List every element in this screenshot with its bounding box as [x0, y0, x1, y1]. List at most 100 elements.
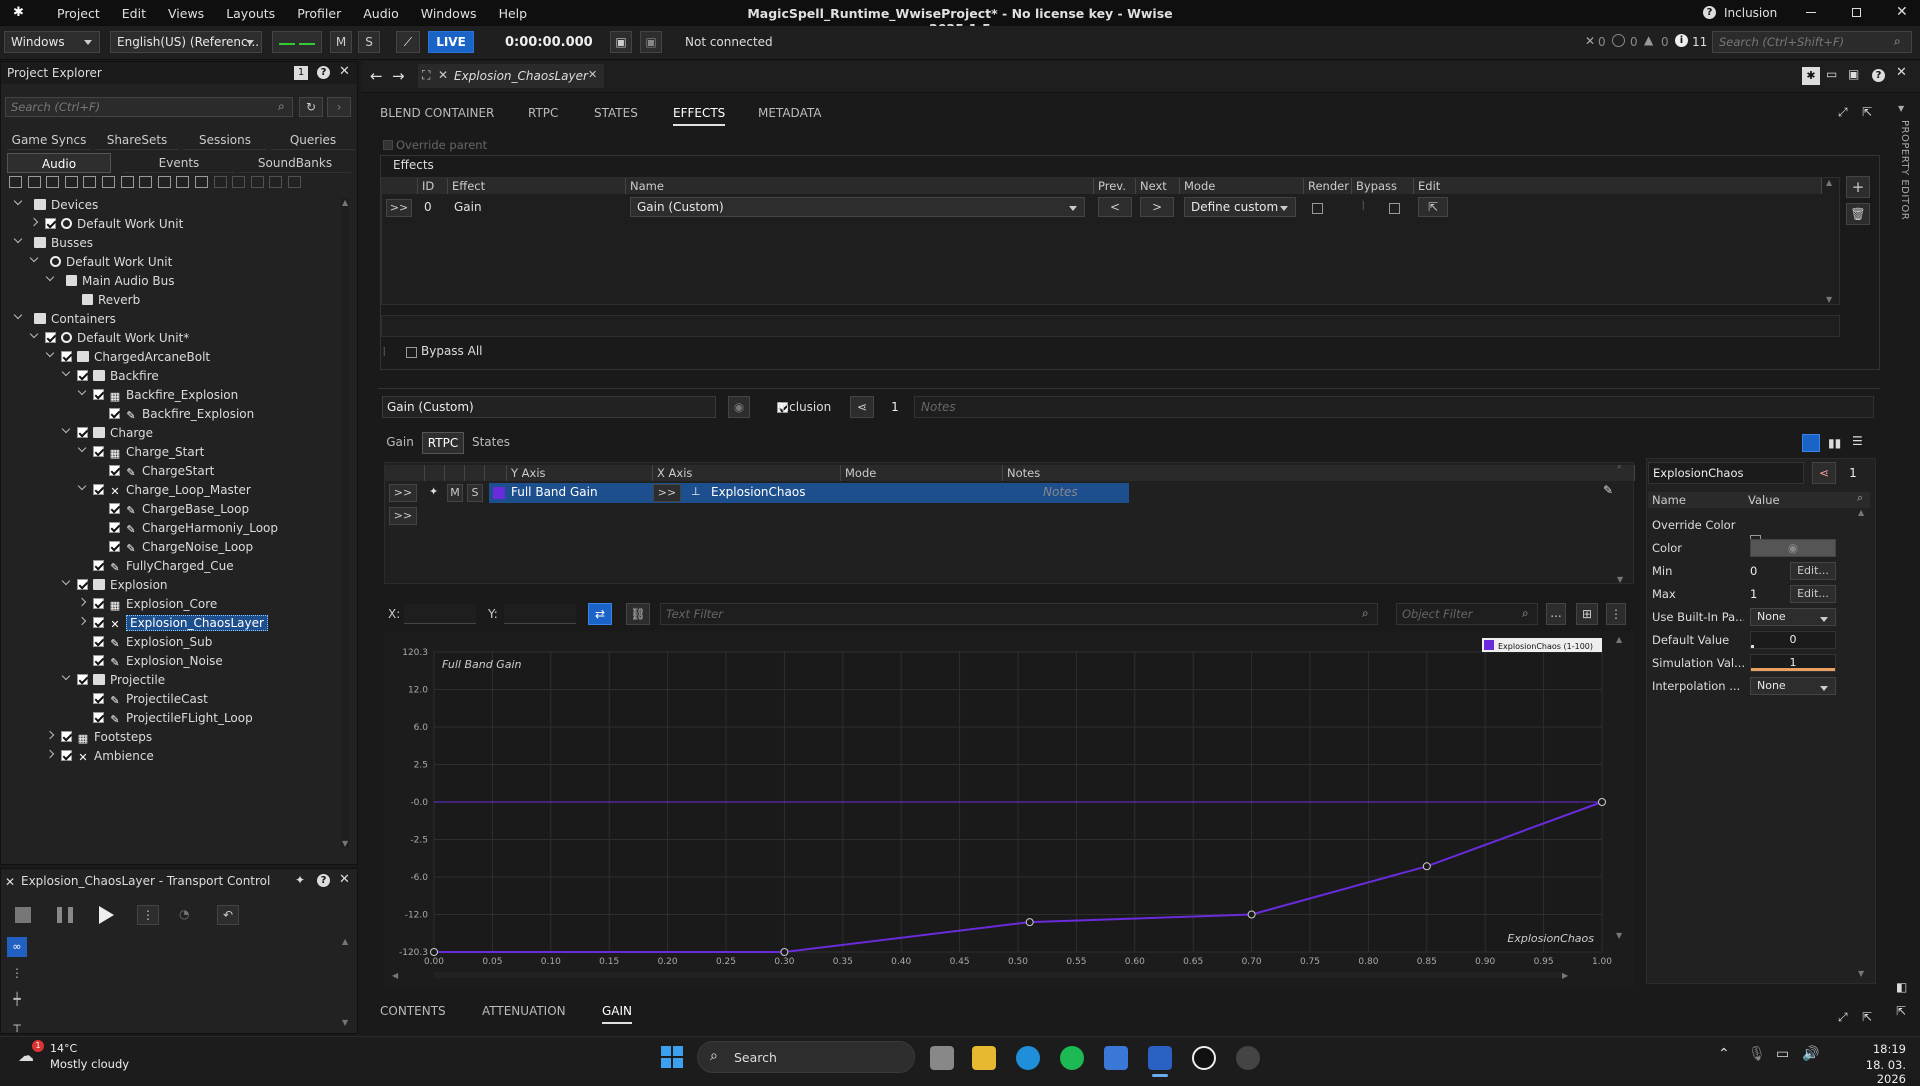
explorer-tool-icon[interactable] — [64, 176, 78, 188]
sync-button[interactable]: › — [327, 97, 351, 117]
inclusion-checkbox[interactable] — [77, 427, 88, 438]
curve-point[interactable] — [430, 948, 438, 956]
effect-notes-input[interactable]: Notes — [914, 396, 1874, 418]
task-view-icon[interactable] — [930, 1046, 954, 1070]
tree-item[interactable]: Default Work Unit — [29, 253, 172, 272]
scroll-left-icon[interactable]: ◀ — [392, 971, 399, 980]
effects-scrollbar[interactable]: ▲ ▼ — [1826, 178, 1836, 304]
tab-metadata[interactable]: METADATA — [758, 106, 821, 120]
rtpc-notes[interactable]: Notes — [1043, 485, 1078, 499]
graph-hscroll[interactable] — [434, 972, 1562, 978]
search-icon[interactable]: ⌕ — [1857, 491, 1863, 505]
disconnect-icon[interactable]: ▣ — [640, 31, 662, 53]
app-icon[interactable] — [1104, 1046, 1128, 1070]
scroll-down-icon[interactable]: ▼ — [1616, 931, 1623, 940]
tab-soundbanks[interactable]: SoundBanks — [239, 153, 351, 173]
inclusion-checkbox[interactable] — [93, 598, 104, 609]
tree-item[interactable]: ▦ Explosion_Core — [77, 595, 217, 614]
tree-item[interactable]: Projectile — [61, 671, 165, 690]
inclusion-checkbox[interactable] — [93, 560, 104, 571]
file-explorer-icon[interactable] — [972, 1046, 996, 1070]
mic-icon[interactable]: 🎙 — [1748, 1046, 1766, 1062]
chevron-right-icon[interactable] — [45, 750, 55, 760]
menu-audio[interactable]: Audio — [352, 6, 410, 21]
tree-item[interactable]: Main Audio Bus — [45, 272, 174, 291]
tree-item[interactable]: ▦ Footsteps — [45, 728, 152, 747]
tree-item[interactable]: Default Work Unit* — [29, 329, 189, 348]
tree-item[interactable]: ▦ Charge_Start — [77, 443, 204, 462]
inclusion-checkbox[interactable] — [77, 674, 88, 685]
explorer-tool-icon[interactable] — [250, 176, 264, 188]
delete-effect-button[interactable]: 🗑 — [1846, 203, 1870, 225]
inclusion-checkbox[interactable] — [45, 218, 56, 229]
subtab-states[interactable]: States — [468, 432, 514, 454]
tab-queries[interactable]: Queries — [271, 130, 355, 150]
render-checkbox[interactable] — [1312, 203, 1323, 214]
scroll-up-icon[interactable]: ▲ — [1616, 635, 1623, 644]
explorer-tool-icon[interactable] — [102, 176, 115, 188]
explorer-tool-icon[interactable] — [213, 176, 227, 188]
inclusion-checkbox[interactable] — [77, 579, 88, 590]
layout-split-icon[interactable]: ▮▮ — [1828, 436, 1841, 450]
taskbar-search[interactable]: ⌕ Search — [697, 1041, 915, 1073]
chevron-down-icon[interactable] — [13, 313, 23, 323]
explorer-tool-icon[interactable] — [27, 176, 41, 188]
add-rtpc-button[interactable]: >> — [389, 507, 417, 525]
chain-link-icon[interactable]: ⛓ — [626, 603, 650, 625]
explorer-tool-icon[interactable] — [232, 176, 246, 188]
inclusion-label[interactable]: Inclusion — [1724, 6, 1777, 20]
expand-row-button[interactable]: >> — [386, 199, 412, 217]
minimize-button[interactable] — [1806, 12, 1816, 13]
menu-views[interactable]: Views — [157, 6, 215, 21]
maximize-button[interactable] — [1852, 8, 1861, 17]
edge-icon[interactable] — [1016, 1046, 1040, 1070]
inclusion-checkbox[interactable] — [109, 408, 120, 419]
edit-effect-button[interactable]: ⇱ — [1418, 197, 1448, 217]
tree-item[interactable]: Busses — [13, 234, 93, 253]
inclusion-checkbox[interactable] — [77, 370, 88, 381]
tree-item[interactable]: ✎ ChargeBase_Loop — [93, 500, 249, 519]
menu-help[interactable]: Help — [488, 6, 539, 21]
close-icon[interactable]: ✕ — [1896, 65, 1907, 80]
inclusion-checkbox[interactable] — [93, 484, 104, 495]
reference-icon[interactable]: ⋖ — [1812, 462, 1836, 484]
inclusion-checkbox[interactable] — [93, 693, 104, 704]
warning-icon[interactable]: ▲ — [1644, 33, 1653, 47]
clock-date[interactable]: 18. 03. 2026 — [1836, 1058, 1906, 1086]
tab-effects[interactable]: EFFECTS — [673, 106, 726, 126]
property-object-name[interactable]: ExplosionChaos — [1648, 462, 1804, 484]
subtab-gain[interactable]: Gain — [382, 432, 418, 454]
explorer-tool-icon[interactable] — [195, 176, 208, 188]
info-icon[interactable]: i — [1675, 34, 1688, 47]
object-filter-input[interactable]: Object Filter — [1396, 603, 1538, 625]
clock-time[interactable]: 18:19 — [1856, 1042, 1906, 1056]
color-icon[interactable]: ◉ — [728, 396, 750, 418]
subtab-rtpc[interactable]: RTPC — [422, 432, 464, 454]
explorer-tool-icon[interactable] — [9, 176, 22, 188]
solo-button[interactable]: S — [467, 484, 483, 502]
next-effect-button[interactable]: > — [1140, 197, 1174, 217]
tab-blend-container[interactable]: BLEND CONTAINER — [380, 106, 494, 120]
property-scrollbar[interactable]: ▲ ▼ — [1858, 508, 1868, 978]
graph-menu-icon[interactable]: ⋮ — [1606, 603, 1626, 625]
inclusion-checkbox[interactable] — [93, 655, 104, 666]
curve-point[interactable] — [1025, 918, 1034, 927]
explorer-tool-icon[interactable] — [83, 176, 97, 188]
edit-button[interactable]: Edit... — [1790, 585, 1836, 603]
curve-point[interactable] — [1247, 910, 1256, 919]
chevron-right-icon[interactable] — [29, 218, 39, 228]
menu-profiler[interactable]: Profiler — [286, 6, 352, 21]
pin-icon[interactable]: ✦ — [295, 873, 305, 887]
chevron-down-icon[interactable] — [61, 427, 71, 437]
pin-icon[interactable]: ✦ — [429, 485, 438, 498]
layout-single-icon[interactable] — [1802, 434, 1820, 452]
start-button[interactable] — [661, 1046, 683, 1068]
side-arrow-icon[interactable]: ▼ — [1898, 104, 1904, 113]
close-tab-icon[interactable]: ✕ — [588, 68, 597, 81]
close-icon[interactable]: ✕ — [339, 872, 350, 887]
tab-sharesets[interactable]: ShareSets — [95, 130, 179, 150]
curve-point[interactable] — [1598, 798, 1606, 806]
tree-item[interactable]: Containers — [13, 310, 116, 329]
explorer-tool-icon[interactable] — [120, 176, 134, 188]
rtpc-scrollbar[interactable]: ⌕ ▼ — [1617, 462, 1629, 584]
